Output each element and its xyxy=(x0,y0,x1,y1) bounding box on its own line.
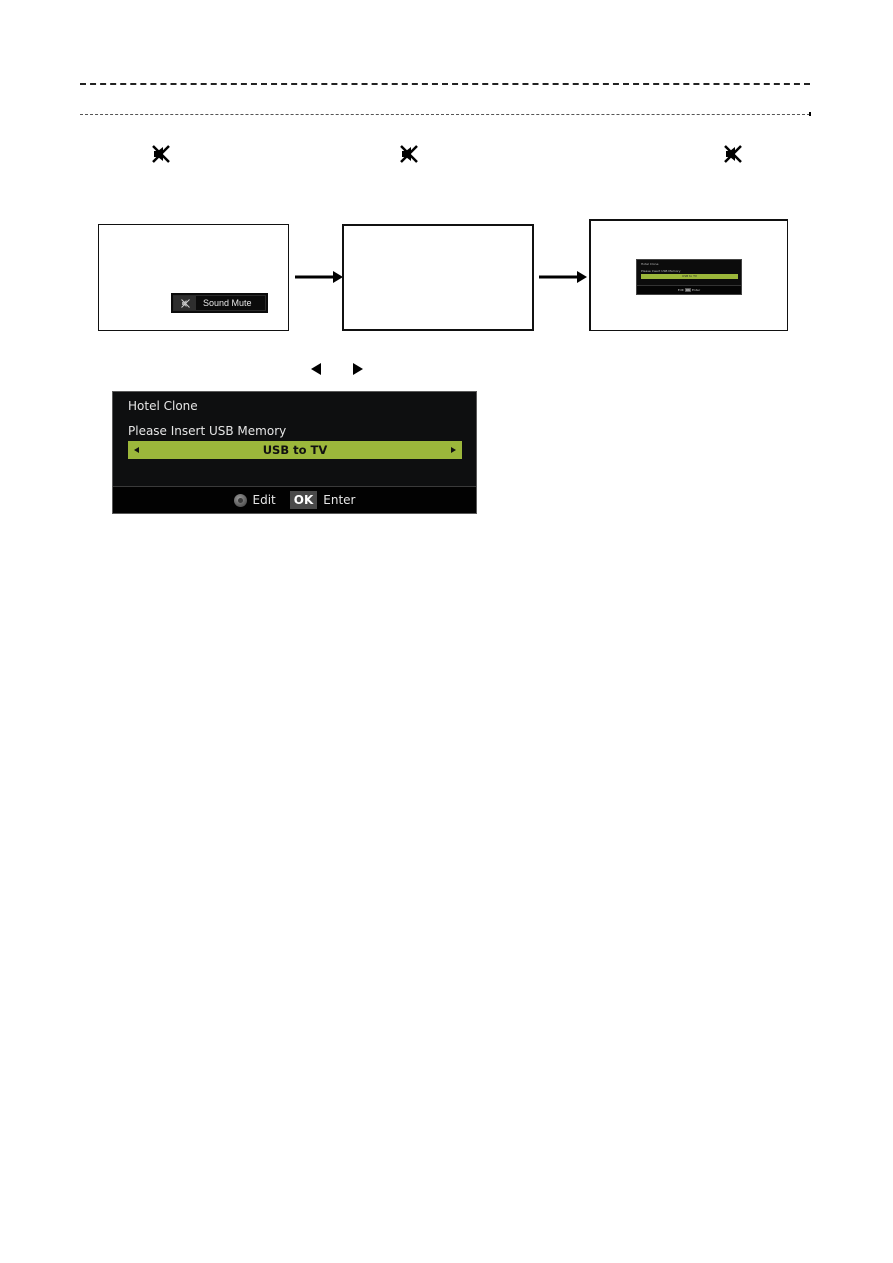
mini-dialog-option: USB to TV xyxy=(641,274,738,279)
right-arrow-icon xyxy=(539,270,587,284)
mini-dialog-prompt: Please Insert USB Memory xyxy=(641,269,681,273)
dialog-title: Hotel Clone xyxy=(128,399,198,413)
mini-hotel-clone-dialog: Hotel Clone Please Insert USB Memory USB… xyxy=(636,259,742,295)
dpad-icon xyxy=(233,493,247,507)
header-rule-top xyxy=(80,83,810,85)
header-rule-tick xyxy=(809,112,811,116)
ok-key-badge: OK xyxy=(289,491,318,509)
mini-ok-key: OK xyxy=(684,288,692,292)
edit-hint-label: Edit xyxy=(252,493,276,507)
sound-mute-label: Sound Mute xyxy=(203,298,252,308)
option-prev-icon[interactable] xyxy=(134,447,139,453)
mini-dialog-footer: Edit OK Enter xyxy=(637,285,741,294)
left-triangle-icon xyxy=(311,363,321,375)
step-frame-sound-mute: Sound Mute xyxy=(98,224,289,331)
step-frame-hotel-clone: Hotel Clone Please Insert USB Memory USB… xyxy=(589,219,788,331)
speaker-muted-icon xyxy=(150,143,172,165)
right-arrow-icon xyxy=(295,270,343,284)
step-frame-blank xyxy=(342,224,534,331)
mini-edit-label: Edit xyxy=(677,288,684,292)
sound-mute-toast: Sound Mute xyxy=(171,293,268,313)
hotel-clone-dialog: Hotel Clone Please Insert USB Memory USB… xyxy=(112,391,477,514)
speaker-muted-icon xyxy=(722,143,744,165)
dialog-prompt: Please Insert USB Memory xyxy=(128,424,287,438)
enter-hint-label: Enter xyxy=(323,493,356,507)
header-rule-bottom xyxy=(80,114,810,115)
speaker-muted-icon xyxy=(174,296,196,310)
clone-direction-value: USB to TV xyxy=(262,443,328,457)
clone-direction-selector[interactable]: USB to TV xyxy=(128,441,462,459)
speaker-muted-icon xyxy=(398,143,420,165)
dialog-footer: Edit OK Enter xyxy=(113,486,476,513)
mini-enter-label: Enter xyxy=(692,288,701,292)
option-next-icon[interactable] xyxy=(450,447,456,453)
right-triangle-icon xyxy=(353,363,363,375)
mini-dialog-title: Hotel Clone xyxy=(641,262,659,266)
